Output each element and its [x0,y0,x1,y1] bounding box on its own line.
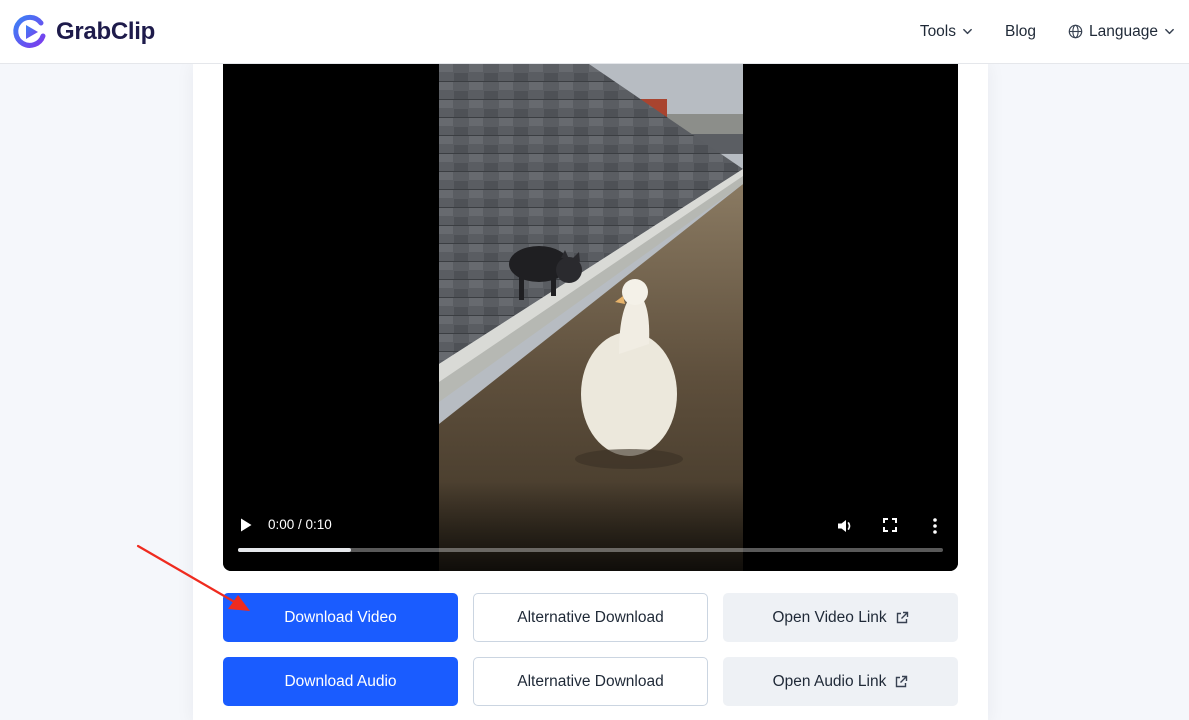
brand-name: GrabClip [56,17,155,45]
progress-bar[interactable] [238,548,943,552]
alternative-download-audio-button[interactable]: Alternative Download [473,657,708,706]
download-audio-label: Download Audio [284,672,397,690]
time-display: 0:00 / 0:10 [268,517,332,532]
open-video-link-button[interactable]: Open Video Link [723,593,958,642]
volume-icon[interactable] [835,516,855,536]
main-nav: Tools Blog Language [920,23,1175,41]
alternative-download-label: Alternative Download [517,608,664,626]
nav-language[interactable]: Language [1068,23,1175,41]
external-link-icon [896,675,908,687]
fullscreen-icon[interactable] [881,516,899,534]
nav-blog-label: Blog [1005,22,1037,40]
alternative-download-video-button[interactable]: Alternative Download [473,593,708,642]
grabclip-logo-icon [13,14,46,48]
open-video-link-label: Open Video Link [772,608,887,626]
progress-bar-fill [238,548,351,552]
open-audio-link-button[interactable]: Open Audio Link [723,657,958,706]
globe-icon [1068,24,1083,39]
brand-link[interactable]: GrabClip [12,14,155,50]
chevron-down-icon [1165,28,1174,35]
video-player[interactable]: 0:00 / 0:10 [223,64,958,571]
nav-blog[interactable]: Blog [1005,23,1036,41]
download-video-label: Download Video [284,608,397,626]
play-icon[interactable] [239,517,253,533]
alternative-download-label: Alternative Download [517,672,664,690]
nav-language-label: Language [1089,22,1158,40]
nav-tools-label: Tools [919,22,956,40]
external-link-icon [896,611,908,623]
download-video-button[interactable]: Download Video [223,593,458,642]
open-audio-link-label: Open Audio Link [772,672,887,690]
nav-tools[interactable]: Tools [920,23,973,41]
chevron-down-icon [963,28,972,35]
site-header: GrabClip Tools Blog Language [0,0,1189,64]
more-vertical-icon[interactable] [929,516,941,536]
download-audio-button[interactable]: Download Audio [223,657,458,706]
